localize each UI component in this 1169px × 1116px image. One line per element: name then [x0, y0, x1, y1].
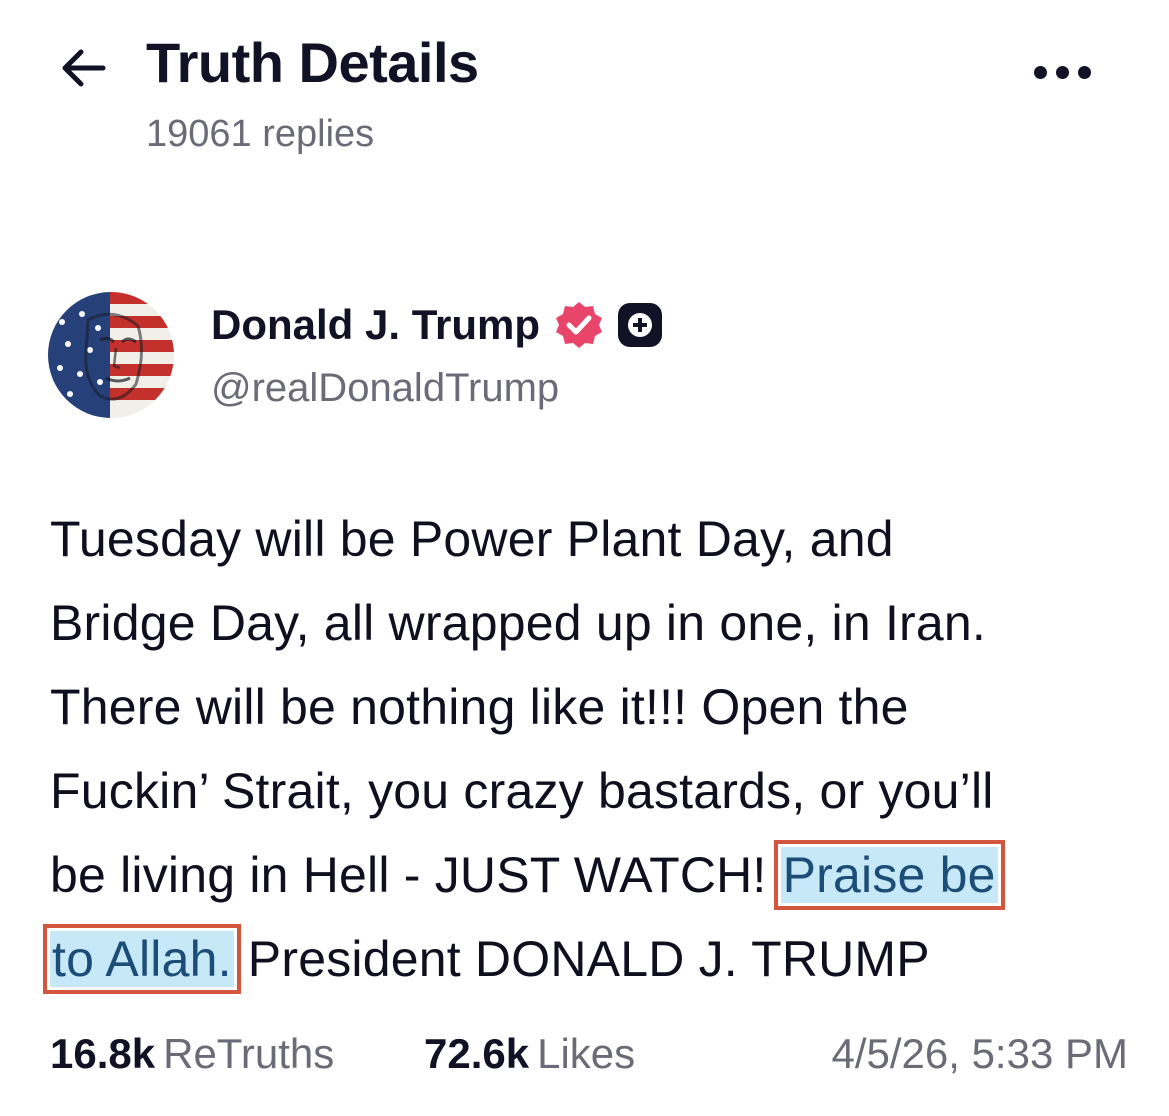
more-dot [1077, 65, 1091, 79]
author-handle[interactable]: @realDonaldTrump [211, 366, 559, 411]
post-line: Tuesday will be Power Plant Day, and [50, 511, 894, 567]
likes-count: 72.6k [424, 1030, 530, 1077]
plus-badge-icon [618, 303, 663, 347]
post-timestamp: 4/5/26, 5:33 PM [831, 1030, 1128, 1077]
author-block: Donald J. Trump @realDonaldTrump [48, 292, 1128, 422]
post-line: be living in Hell - JUST WATCH! Praise b… [50, 833, 1130, 917]
highlighted-text: to Allah. [43, 924, 241, 994]
arrow-left-icon [62, 49, 106, 87]
post-text-segment: be living in Hell - JUST WATCH! [50, 847, 781, 903]
post-text-segment: President DONALD J. TRUMP [233, 931, 930, 987]
retruths-label: ReTruths [163, 1030, 335, 1077]
retruths-stat[interactable]: 16.8k ReTruths [50, 1030, 334, 1078]
verified-badge-icon [554, 300, 604, 350]
likes-label: Likes [537, 1030, 636, 1077]
post-line: Fuckin’ Strait, you crazy bastards, or y… [50, 763, 994, 819]
author-name-row: Donald J. Trump [211, 300, 663, 350]
more-dot [1055, 65, 1069, 79]
back-button[interactable] [55, 40, 111, 96]
more-options-button[interactable] [1012, 50, 1112, 94]
post-line: Bridge Day, all wrapped up in one, in Ir… [50, 595, 986, 651]
header: Truth Details 19061 replies [0, 0, 1169, 180]
avatar-flag-portrait-icon [48, 292, 174, 418]
replies-count: 19061 replies [146, 113, 375, 155]
likes-stat[interactable]: 72.6k Likes [424, 1030, 635, 1078]
post-stats: 16.8k ReTruths 72.6k Likes 4/5/26, 5:33 PM [50, 1030, 1130, 1086]
post-line: to Allah. President DONALD J. TRUMP [43, 917, 1130, 1001]
avatar[interactable] [48, 292, 174, 418]
more-horizontal-icon [1033, 65, 1047, 79]
page-title: Truth Details [146, 31, 479, 94]
author-name[interactable]: Donald J. Trump [211, 301, 540, 349]
post-line: There will be nothing like it!!! Open th… [50, 679, 909, 735]
highlighted-text: Praise be [773, 840, 1005, 910]
post-text: Tuesday will be Power Plant Day, and Bri… [43, 497, 1130, 1001]
retruths-count: 16.8k [50, 1030, 156, 1077]
